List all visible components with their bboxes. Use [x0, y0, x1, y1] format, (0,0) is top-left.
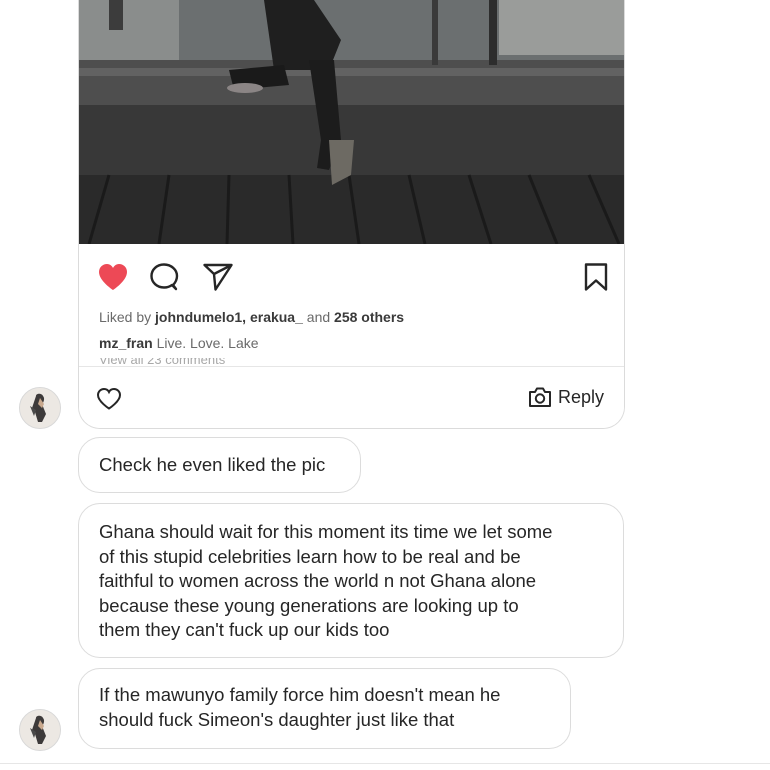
liked-separator: ,: [242, 309, 250, 325]
shared-post-card[interactable]: Liked by johndumelo1, erakua_ and 258 ot…: [78, 0, 625, 429]
liked-user-2[interactable]: erakua_: [250, 309, 303, 325]
view-comments-link[interactable]: View all 23 comments: [99, 358, 264, 366]
likes-prefix: Liked by: [99, 309, 156, 325]
reply-button[interactable]: Reply: [528, 386, 604, 408]
divider: [0, 763, 770, 764]
reply-label: Reply: [557, 386, 604, 407]
avatar-image: [20, 388, 60, 428]
message-line: faithful to women across the world n not…: [99, 570, 537, 591]
comment-icon[interactable]: [149, 262, 179, 292]
message-line: because these young generations are look…: [99, 594, 519, 616]
likes-summary[interactable]: Liked by johndumelo1, erakua_ and 258 ot…: [99, 309, 404, 325]
post-photo-scene: [79, 0, 624, 244]
post-caption: mz_fran Live. Love. Lake: [99, 335, 259, 351]
avatar-image: [20, 710, 60, 750]
share-icon[interactable]: [202, 262, 234, 292]
view-comments-text: View all 23 comments: [99, 358, 226, 366]
message-line: Ghana should wait for this moment its ti…: [99, 521, 553, 542]
message-line: If the mawunyo family force him doesn't …: [99, 684, 501, 705]
camera-icon: [528, 387, 551, 407]
message-line: of this stupid celebrities learn how to …: [99, 545, 521, 567]
sender-avatar[interactable]: [19, 387, 61, 429]
liked-user-1[interactable]: johndumelo1: [155, 309, 242, 325]
liked-others[interactable]: 258 others: [334, 309, 404, 325]
post-actions-area: Liked by johndumelo1, erakua_ and 258 ot…: [79, 244, 624, 366]
message-line: should fuck Simeon's daughter just like …: [99, 708, 455, 730]
message-bubble[interactable]: Ghana should wait for this moment its ti…: [78, 503, 624, 658]
message-text: Check he even liked the pic: [99, 454, 326, 475]
post-photo[interactable]: [79, 0, 624, 244]
heart-filled-icon[interactable]: [97, 262, 129, 292]
message-bubble[interactable]: Check he even liked the pic: [78, 437, 361, 493]
heart-outline-icon[interactable]: [96, 387, 122, 411]
caption-text: Live. Love. Lake: [152, 335, 259, 351]
liked-and: and: [302, 309, 335, 325]
message-bubble[interactable]: If the mawunyo family force him doesn't …: [78, 668, 571, 749]
sender-avatar[interactable]: [19, 709, 61, 751]
caption-username[interactable]: mz_fran: [99, 335, 153, 351]
message-footer: Reply: [79, 366, 624, 428]
bookmark-icon[interactable]: [583, 262, 609, 292]
message-line: them they can't fuck up our kids too: [99, 619, 390, 640]
